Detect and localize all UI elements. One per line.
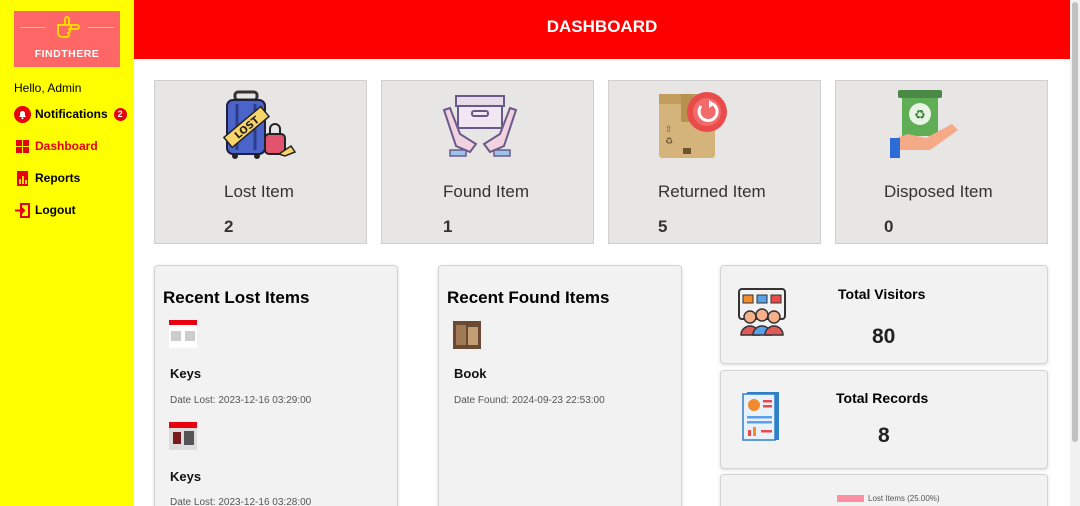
sidebar-item-dashboard[interactable]: Dashboard — [14, 136, 98, 156]
stat-value: 0 — [884, 217, 894, 236]
returned-box-icon: ⇧ ♻ — [659, 92, 727, 158]
pointing-hand-icon — [57, 16, 80, 38]
card-title: Total Records — [836, 390, 929, 406]
legend-swatch — [837, 495, 864, 502]
panel-title: Recent Found Items — [447, 288, 610, 307]
card-title: Total Visitors — [838, 286, 926, 302]
sidebar-item-reports[interactable]: Reports — [14, 168, 80, 188]
brand-logo[interactable]: FINDTHERE — [14, 11, 120, 67]
logo-divider — [20, 27, 46, 28]
item-name: Keys — [170, 366, 202, 381]
item-thumbnail[interactable] — [453, 321, 481, 349]
page-scrollbar[interactable] — [1070, 0, 1080, 506]
records-icon — [742, 392, 779, 441]
legend-label: Lost Items (25.00%) — [868, 494, 940, 503]
stat-value: 2 — [224, 217, 234, 236]
scrollbar-thumb[interactable] — [1072, 2, 1078, 442]
notification-badge: 2 — [113, 107, 127, 121]
brand-name: FINDTHERE — [34, 48, 100, 60]
item-date: Date Lost: 2023-12-16 03:28:00 — [170, 497, 312, 506]
item-date: Date Lost: 2023-12-16 03:29:00 — [170, 395, 312, 406]
logout-icon — [15, 202, 30, 218]
svg-text:⇧: ⇧ — [665, 125, 673, 135]
greeting: Hello, Admin — [14, 81, 82, 95]
stat-card-lost[interactable]: LOST Lost Item 2 — [154, 80, 367, 244]
svg-text:♻: ♻ — [914, 108, 926, 123]
stat-label: Lost Item — [224, 182, 294, 201]
item-name: Book — [454, 366, 487, 381]
stat-card-returned[interactable]: ⇧ ♻ Returned Item 5 — [608, 80, 821, 244]
lost-luggage-icon: LOST — [222, 90, 297, 159]
recent-found-panel: Recent Found Items Book Date Found: 2024… — [438, 265, 682, 506]
found-box-icon — [442, 95, 518, 157]
report-icon — [17, 170, 28, 186]
recycle-bin-icon: ♻ — [890, 90, 958, 158]
stat-label: Returned Item — [658, 182, 766, 201]
sidebar-item-label: Logout — [35, 203, 76, 217]
item-thumbnail[interactable] — [169, 422, 197, 450]
item-breakdown-card: Lost Items (25.00%) — [720, 474, 1048, 506]
sidebar-item-label: Dashboard — [35, 139, 98, 153]
recent-lost-panel: Recent Lost Items Keys Date Lost: 2023-1… — [154, 265, 398, 506]
card-value: 80 — [872, 325, 896, 348]
stat-card-disposed[interactable]: ♻ Disposed Item 0 — [835, 80, 1048, 244]
card-value: 8 — [878, 424, 890, 447]
item-thumbnail[interactable] — [169, 320, 197, 348]
visitors-icon — [738, 288, 786, 336]
total-visitors-card: Total Visitors 80 — [720, 265, 1048, 364]
sidebar-item-logout[interactable]: Logout — [14, 200, 76, 220]
bell-icon — [14, 105, 31, 123]
sidebar: FINDTHERE Hello, Admin Notifications 2 D… — [0, 0, 134, 506]
total-records-card: Total Records 8 — [720, 370, 1048, 469]
stat-label: Found Item — [443, 182, 529, 201]
sidebar-item-notifications[interactable]: Notifications 2 — [14, 104, 127, 124]
grid-icon — [16, 139, 29, 153]
stat-value: 5 — [658, 217, 668, 236]
item-name: Keys — [170, 469, 202, 484]
page-header: DASHBOARD — [134, 0, 1070, 59]
stat-label: Disposed Item — [884, 182, 993, 201]
panel-title: Recent Lost Items — [163, 288, 310, 307]
logo-divider — [88, 27, 114, 28]
svg-text:♻: ♻ — [665, 137, 673, 147]
sidebar-item-label: Reports — [35, 171, 81, 185]
stat-card-found[interactable]: Found Item 1 — [381, 80, 594, 244]
page-title: DASHBOARD — [546, 17, 658, 36]
stat-value: 1 — [443, 217, 453, 236]
item-date: Date Found: 2024-09-23 22:53:00 — [454, 395, 605, 406]
sidebar-item-label: Notifications — [35, 107, 108, 121]
